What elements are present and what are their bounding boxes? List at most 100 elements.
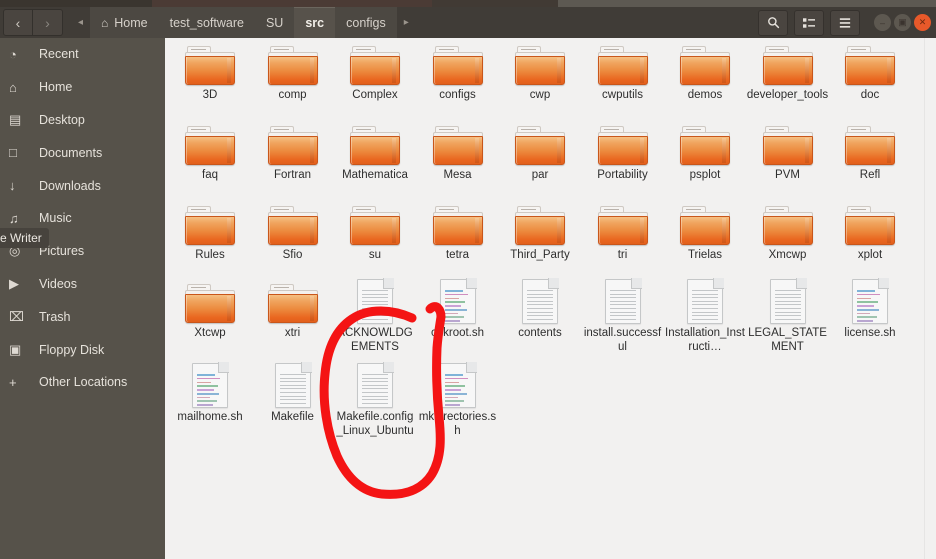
file-name-label: tri [617,249,628,261]
file-item[interactable]: mkdirectories.sh [417,360,499,438]
file-name-label: license.sh [844,327,896,339]
close-icon: ✕ [918,17,927,27]
breadcrumb-item-label: configs [346,15,386,30]
background-window-titlebar-sliver [0,0,936,7]
file-item[interactable]: install.successful [582,276,664,354]
breadcrumb-item-home[interactable]: ⌂ Home [90,7,159,38]
file-item[interactable]: Installation_Instructi… [664,276,746,354]
search-button[interactable] [758,9,788,36]
sidebar-item-other-locations[interactable]: + Other Locations [0,366,165,399]
file-item[interactable]: Mesa [417,118,499,183]
text-file-icon [357,278,394,324]
folder-icon [597,126,648,166]
file-item[interactable]: xplot [829,198,911,263]
sidebar-item-home[interactable]: ⌂ Home [0,71,165,104]
script-file-icon [852,278,889,324]
file-item[interactable]: Portability [582,118,664,183]
file-item[interactable]: xtri [252,276,334,341]
file-item[interactable]: Xmcwp [747,198,829,263]
file-name-label: demos [687,89,723,101]
sidebar-item-desktop[interactable]: ▤ Desktop [0,104,165,137]
file-item[interactable]: faq [169,118,251,183]
file-item[interactable]: Rules [169,198,251,263]
file-item[interactable]: Refl [829,118,911,183]
file-icon-wrap [829,38,911,86]
file-icon-wrap [747,276,829,324]
file-name-label: ACKNOWLDGEMENTS [337,327,413,353]
file-list-view[interactable]: 3D comp Complex configs cwp cwputils demos deve… [165,38,936,559]
file-item[interactable]: PVM [747,118,829,183]
file-icon-wrap [169,198,251,246]
file-item[interactable]: contents [499,276,581,341]
breadcrumb-item-configs[interactable]: configs [335,7,397,38]
file-name-label: Installation_Instructi… [665,327,745,353]
breadcrumb-item-su[interactable]: SU [254,7,295,38]
file-icon-wrap [169,360,251,408]
file-item[interactable]: Xtcwp [169,276,251,341]
file-name-label: 3D [202,89,218,101]
file-item[interactable]: par [499,118,581,183]
folder-icon [185,206,235,246]
file-item[interactable]: Makefile.config_Linux_Ubuntu [334,360,416,438]
file-name-label: Xtcwp [194,327,226,339]
file-item[interactable]: developer_tools [747,38,829,103]
file-item[interactable]: license.sh [829,276,911,341]
file-item[interactable]: Makefile [252,360,334,425]
folder-icon [267,46,318,86]
close-button[interactable]: ✕ [914,14,931,31]
sidebar-item-downloads[interactable]: ↓ Downloads [0,169,165,202]
vertical-scrollbar[interactable] [924,38,936,559]
file-icon-wrap [417,198,499,246]
file-icon-wrap [417,276,499,324]
file-item[interactable]: mailhome.sh [169,360,251,425]
file-item[interactable]: cwputils [582,38,664,103]
file-item[interactable]: chkroot.sh [417,276,499,341]
file-item[interactable]: Third_Party [499,198,581,263]
file-icon-wrap [334,276,416,324]
file-item[interactable]: Fortran [252,118,334,183]
sidebar-item-trash[interactable]: ⌧ Trash [0,300,165,333]
file-icon-wrap [829,276,911,324]
file-item[interactable]: tetra [417,198,499,263]
breadcrumb-item-src[interactable]: src [294,7,336,38]
file-icon-wrap [334,38,416,86]
file-item[interactable]: LEGAL_STATEMENT [747,276,829,354]
text-file-icon [522,278,559,324]
sidebar-item-videos[interactable]: ▶ Videos [0,268,165,301]
sidebar-item-recent[interactable]: ◔ Recent [0,38,165,71]
folder-icon [267,206,318,246]
file-item[interactable]: configs [417,38,499,103]
maximize-button[interactable]: ▣ [894,14,911,31]
breadcrumb: ◂ ⌂ Home test_software SU src configs ▸ [71,7,416,38]
folder-icon [350,206,400,246]
file-icon-wrap [499,198,581,246]
file-item[interactable]: comp [252,38,334,103]
file-item[interactable]: Trielas [664,198,746,263]
file-icon-wrap [664,118,746,166]
file-item[interactable]: cwp [499,38,581,103]
file-name-label: faq [202,169,218,181]
forward-button[interactable]: › [33,9,63,36]
file-item[interactable]: Sfio [252,198,334,263]
file-icon-wrap [417,118,499,166]
file-item[interactable]: tri [582,198,664,263]
file-item[interactable]: su [334,198,416,263]
file-item[interactable]: Mathematica [334,118,416,183]
file-item[interactable]: Complex [334,38,416,103]
sidebar-item-floppy-disk[interactable]: ▣ Floppy Disk [0,333,165,366]
view-options-button[interactable] [794,9,824,36]
menu-button[interactable] [830,9,860,36]
file-item[interactable]: ACKNOWLDGEMENTS [334,276,416,354]
breadcrumb-scroll-left[interactable]: ◂ [71,7,91,38]
back-button[interactable]: ‹ [3,9,33,36]
file-name-label: Makefile.config_Linux_Ubuntu [336,411,414,437]
sidebar-item-label: Home [39,80,73,95]
breadcrumb-item-test_software[interactable]: test_software [158,7,255,38]
file-item[interactable]: doc [829,38,911,103]
file-item[interactable]: psplot [664,118,746,183]
sidebar-item-documents[interactable]: □ Documents [0,136,165,169]
file-item[interactable]: demos [664,38,746,103]
breadcrumb-scroll-right[interactable]: ▸ [396,7,416,38]
file-item[interactable]: 3D [169,38,251,103]
minimize-button[interactable]: – [874,14,891,31]
